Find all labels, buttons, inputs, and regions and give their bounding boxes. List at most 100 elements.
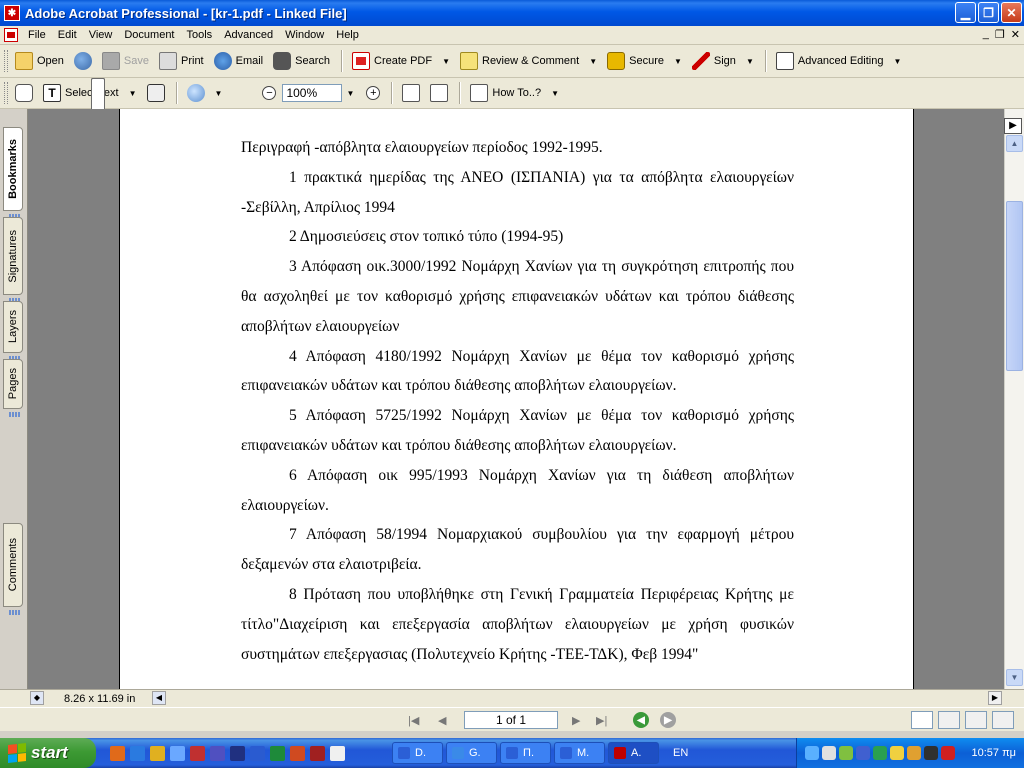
chevron-down-icon[interactable]: ▼: [215, 89, 223, 98]
review-comment-button[interactable]: Review & Comment ▼: [456, 50, 601, 72]
scroll-thumb[interactable]: [1006, 201, 1023, 371]
browser-icon[interactable]: [130, 745, 145, 761]
chevron-down-icon[interactable]: ▼: [589, 57, 597, 66]
last-page-icon[interactable]: ▶|: [596, 712, 607, 728]
next-view-button[interactable]: ▶: [660, 712, 676, 728]
next-page-icon[interactable]: ▶: [572, 712, 580, 728]
scroll-down-button[interactable]: ▼: [1006, 669, 1023, 686]
maximize-button[interactable]: ❐: [978, 2, 999, 23]
task-button[interactable]: Π.: [500, 742, 551, 764]
close-button[interactable]: ✕: [1001, 2, 1022, 23]
sign-button[interactable]: Sign ▼: [688, 50, 758, 72]
zoom-in-tool-button[interactable]: ▼: [183, 82, 227, 104]
language-indicator[interactable]: EN: [673, 747, 688, 759]
single-page-view-button[interactable]: [911, 711, 933, 729]
scroll-up-button[interactable]: ▲: [1006, 135, 1023, 152]
tray-icon[interactable]: [839, 746, 853, 760]
quick-launch-icon[interactable]: [210, 745, 225, 761]
tray-icon[interactable]: [822, 746, 836, 760]
quick-launch-icon[interactable]: [230, 745, 245, 761]
task-button[interactable]: G.: [446, 742, 497, 764]
task-button-acrobat[interactable]: A.: [608, 742, 659, 764]
powerpoint-icon[interactable]: [290, 745, 305, 761]
email-button[interactable]: Email: [210, 50, 268, 72]
doc-close-icon[interactable]: ✕: [1011, 28, 1020, 41]
page-number-field[interactable]: 1 of 1: [464, 711, 558, 729]
chevron-down-icon[interactable]: ▼: [746, 57, 754, 66]
quick-launch-icon[interactable]: [110, 745, 125, 761]
tab-layers[interactable]: Layers: [3, 301, 23, 353]
continuous-view-button[interactable]: [938, 711, 960, 729]
chevron-down-icon[interactable]: ▼: [674, 57, 682, 66]
facing-view-button[interactable]: [965, 711, 987, 729]
zoom-in-button[interactable]: +: [362, 84, 384, 102]
fit-width-button[interactable]: [91, 78, 256, 658]
scroll-right-button[interactable]: ▶: [988, 691, 1002, 705]
quick-launch-icon[interactable]: [190, 745, 205, 761]
open-button[interactable]: Open: [11, 50, 68, 72]
quick-launch-icon[interactable]: [150, 745, 165, 761]
previous-page-icon[interactable]: ◀: [438, 712, 446, 728]
pdf-page[interactable]: Περιγραφή -απόβλητα ελαιουργείων περίοδο…: [119, 109, 914, 689]
secure-button[interactable]: Secure ▼: [603, 50, 686, 72]
tray-icon[interactable]: [873, 746, 887, 760]
fit-page-button[interactable]: [91, 78, 246, 658]
word-icon[interactable]: [250, 745, 265, 761]
continuous-facing-view-button[interactable]: [992, 711, 1014, 729]
doc-restore-icon[interactable]: ❐: [995, 28, 1005, 41]
chevron-down-icon[interactable]: ▼: [893, 57, 901, 66]
task-button[interactable]: M.: [554, 742, 605, 764]
tray-icon[interactable]: [907, 746, 921, 760]
tray-icon[interactable]: [941, 746, 955, 760]
search-button[interactable]: Search: [269, 50, 334, 72]
chevron-down-icon[interactable]: ▼: [442, 57, 450, 66]
tab-comments[interactable]: Comments: [3, 523, 23, 607]
menu-help[interactable]: Help: [330, 29, 365, 41]
chevron-down-icon[interactable]: ▼: [551, 89, 559, 98]
menu-file[interactable]: File: [22, 29, 52, 41]
scroll-left-button[interactable]: ◀: [152, 691, 166, 705]
hand-tool-button[interactable]: [11, 82, 37, 104]
zoom-out-button[interactable]: −: [258, 84, 280, 102]
rotate-view-button[interactable]: [398, 82, 424, 104]
menu-document[interactable]: Document: [118, 29, 180, 41]
rotate-view-ccw-button[interactable]: [426, 82, 452, 104]
quick-launch-icon[interactable]: [330, 745, 345, 761]
organizer-button[interactable]: [70, 50, 96, 72]
task-button[interactable]: D.: [392, 742, 443, 764]
create-pdf-button[interactable]: Create PDF ▼: [348, 50, 454, 72]
toolbar-grip[interactable]: [4, 50, 8, 72]
zoom-input[interactable]: 100%: [282, 84, 343, 102]
chevron-right-icon[interactable]: ▶: [1004, 118, 1022, 134]
menu-window[interactable]: Window: [279, 29, 330, 41]
title-bar[interactable]: ✱ Adobe Acrobat Professional - [kr-1.pdf…: [0, 0, 1024, 26]
menu-edit[interactable]: Edit: [52, 29, 83, 41]
page-size-toggle-icon[interactable]: ◆: [30, 691, 44, 705]
minimize-button[interactable]: ▁: [955, 2, 976, 23]
doc-minimize-icon[interactable]: _: [983, 28, 989, 41]
page-text[interactable]: Περιγραφή -απόβλητα ελαιουργείων περίοδο…: [241, 133, 794, 669]
excel-icon[interactable]: [270, 745, 285, 761]
start-button[interactable]: start: [0, 738, 96, 768]
chevron-down-icon[interactable]: ▼: [129, 89, 137, 98]
how-to-button[interactable]: How To..? ▼: [466, 82, 563, 104]
advanced-editing-button[interactable]: Advanced Editing ▼: [772, 50, 906, 72]
toolbar-grip[interactable]: [4, 82, 8, 104]
document-pane[interactable]: Περιγραφή -απόβλητα ελαιουργείων περίοδο…: [28, 109, 1004, 689]
first-page-icon[interactable]: |◀: [408, 712, 419, 728]
tray-icon[interactable]: [924, 746, 938, 760]
menu-view[interactable]: View: [83, 29, 119, 41]
quick-launch-icon[interactable]: [170, 745, 185, 761]
tray-icon[interactable]: [856, 746, 870, 760]
previous-view-button[interactable]: ◀: [633, 712, 649, 728]
document-icon[interactable]: [4, 28, 18, 42]
zoom-dropdown-icon[interactable]: ▼: [346, 89, 354, 98]
tab-signatures[interactable]: Signatures: [3, 217, 23, 295]
select-text-button[interactable]: T Select Text ▼: [39, 82, 141, 104]
tab-pages[interactable]: Pages: [3, 359, 23, 409]
menu-tools[interactable]: Tools: [181, 29, 219, 41]
save-button[interactable]: Save: [98, 50, 153, 72]
snapshot-button[interactable]: [143, 82, 169, 104]
tray-icon[interactable]: [890, 746, 904, 760]
vertical-scrollbar[interactable]: ▲ ▼: [1004, 109, 1024, 689]
